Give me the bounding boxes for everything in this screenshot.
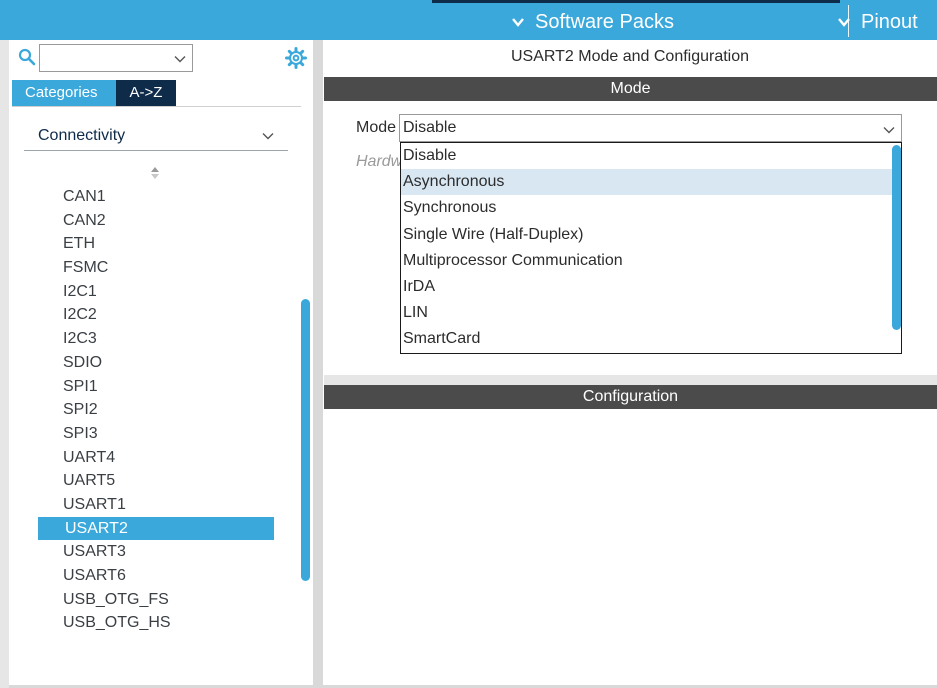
- pinout-menu[interactable]: Pinout: [837, 8, 918, 36]
- mode-option[interactable]: LIN: [401, 300, 893, 326]
- configuration-section-header: Configuration: [324, 385, 937, 409]
- peripheral-item[interactable]: USART1: [38, 493, 274, 517]
- tab-a-to-z[interactable]: A->Z: [116, 80, 176, 106]
- peripheral-item[interactable]: UART5: [38, 469, 274, 493]
- peripheral-item[interactable]: SPI1: [38, 375, 274, 399]
- mode-config-panel: USART2 Mode and Configuration Mode Mode …: [323, 40, 937, 688]
- mode-option[interactable]: IrDA: [401, 274, 893, 300]
- software-packs-label: Software Packs: [535, 10, 674, 33]
- top-bar: Software Packs Pinout: [0, 0, 937, 40]
- top-bar-strip: [432, 0, 840, 3]
- peripheral-item[interactable]: I2C1: [38, 280, 274, 304]
- peripheral-item[interactable]: USB_OTG_FS: [38, 588, 274, 612]
- chevron-down-icon[interactable]: [174, 52, 186, 64]
- peripheral-list: CAN1 CAN2 ETH FSMC I2C1 I2C2 I2C3 SDIO SPI1 SPI2 S…: [38, 185, 274, 635]
- sort-icon[interactable]: [149, 166, 161, 180]
- chevron-down-icon: [837, 15, 851, 29]
- categories-panel: Categories A->Z Connectivity CAN1 CAN2 ETH…: [0, 40, 323, 688]
- hardware-flow-label: Hardw: [356, 153, 403, 170]
- peripheral-item[interactable]: USART6: [38, 564, 274, 588]
- search-icon[interactable]: [18, 48, 36, 66]
- dropdown-scrollbar-thumb[interactable]: [892, 145, 901, 330]
- peripheral-item[interactable]: SPI2: [38, 398, 274, 422]
- peripheral-item[interactable]: I2C2: [38, 303, 274, 327]
- mode-option[interactable]: Multiprocessor Communication: [401, 248, 893, 274]
- pinout-label: Pinout: [861, 10, 918, 33]
- category-select[interactable]: Connectivity: [24, 121, 288, 151]
- peripheral-item[interactable]: CAN2: [38, 209, 274, 233]
- peripheral-item[interactable]: ETH: [38, 232, 274, 256]
- peripheral-item[interactable]: SDIO: [38, 351, 274, 375]
- mode-select-value: Disable: [403, 119, 457, 136]
- mode-option[interactable]: Disable: [401, 143, 893, 169]
- gear-icon[interactable]: [285, 47, 307, 69]
- mode-option[interactable]: Synchronous: [401, 195, 893, 221]
- mode-field-label: Mode: [356, 119, 397, 136]
- panel-splitter[interactable]: [313, 40, 323, 688]
- peripheral-item[interactable]: USART2: [38, 516, 274, 541]
- peripheral-item[interactable]: USB_OTG_HS: [38, 611, 274, 635]
- panel-left-edge: [0, 40, 9, 688]
- search-input[interactable]: [39, 44, 193, 72]
- chevron-down-icon: [511, 15, 525, 29]
- mode-select[interactable]: Disable: [399, 114, 902, 142]
- chevron-down-icon: [883, 123, 895, 135]
- peripheral-item[interactable]: SPI3: [38, 422, 274, 446]
- section-separator: [324, 375, 937, 385]
- tab-underline: [12, 106, 301, 107]
- scrollbar-thumb[interactable]: [301, 299, 310, 581]
- peripheral-item[interactable]: USART3: [38, 540, 274, 564]
- chevron-down-icon: [262, 129, 274, 141]
- peripheral-item[interactable]: CAN1: [38, 185, 274, 209]
- peripheral-item[interactable]: I2C3: [38, 327, 274, 351]
- mode-option[interactable]: Asynchronous: [401, 169, 893, 196]
- mode-dropdown-list: Disable Asynchronous Synchronous Single Wir…: [400, 142, 902, 354]
- mode-option[interactable]: SmartCard: [401, 326, 893, 352]
- mode-section-header: Mode: [324, 77, 937, 101]
- software-packs-menu[interactable]: Software Packs: [511, 8, 674, 36]
- mode-option[interactable]: Single Wire (Half-Duplex): [401, 222, 893, 248]
- page-title: USART2 Mode and Configuration: [510, 48, 750, 65]
- app-window: Software Packs Pinout Categories A->Z Co…: [0, 0, 937, 688]
- category-select-value: Connectivity: [38, 127, 126, 144]
- tab-categories[interactable]: Categories: [12, 80, 116, 106]
- peripheral-item[interactable]: FSMC: [38, 256, 274, 280]
- peripheral-item[interactable]: UART4: [38, 446, 274, 470]
- category-tabs: Categories A->Z: [12, 80, 176, 106]
- mode-options: Disable Asynchronous Synchronous Single Wir…: [401, 143, 901, 353]
